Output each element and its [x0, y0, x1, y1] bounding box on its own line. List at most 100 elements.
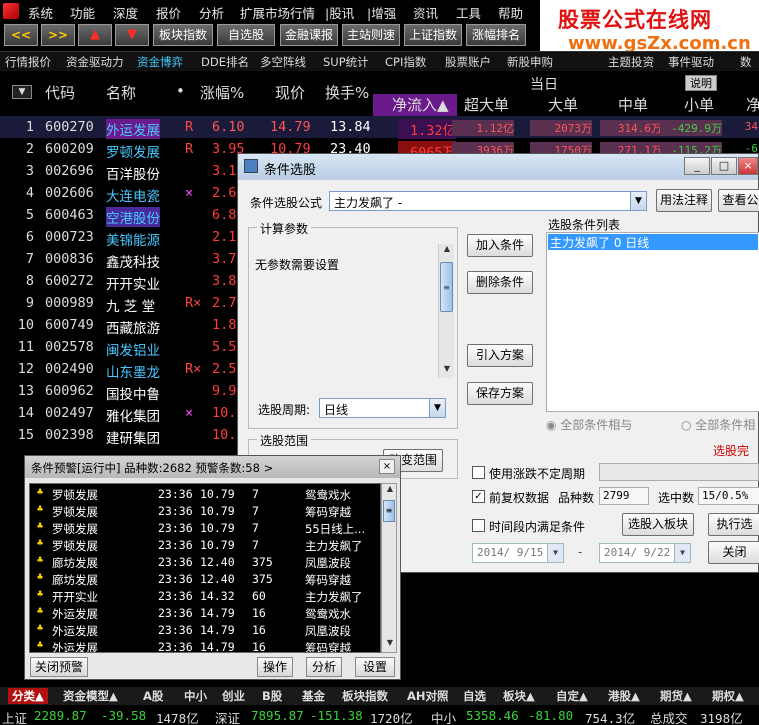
chevron-down-icon[interactable]: ▼ [630, 192, 646, 210]
alert-row[interactable]: ♣ 外运发展 23:36 14.79 16 鸳鸯戏水 [30, 605, 380, 622]
btab-fund-model[interactable]: 资金模型▲ [63, 688, 118, 704]
gain-ranking-button[interactable]: 涨幅排名 [466, 24, 526, 46]
btab-futures[interactable]: 期货▲ [660, 688, 692, 704]
delete-condition-button[interactable]: 删除条件 [467, 271, 533, 294]
tab-ipo[interactable]: 新股申购 [507, 54, 553, 70]
table-row[interactable]: 1 600270 外运发展 R 6.10 14.79 13.84 1.32亿 1.12亿 2073… [0, 116, 759, 139]
col-code[interactable]: 代码 [45, 82, 75, 103]
to-block-button[interactable]: 选股入板块 [622, 513, 694, 536]
date-to-picker[interactable]: 2014/ 9/22 ▼ [599, 543, 691, 563]
tab-longshort[interactable]: 多空阵线 [260, 54, 306, 70]
alert-row[interactable]: ♣ 外运发展 23:36 14.79 16 筹码穿越 [30, 639, 380, 652]
tab-fund-game[interactable]: 资金博弈 [137, 54, 183, 70]
menu-extended-market[interactable]: 扩展市场行情 [240, 3, 315, 22]
col-small[interactable]: 小单 [684, 94, 714, 115]
import-scheme-button[interactable]: 引入方案 [467, 344, 533, 367]
menu-info[interactable]: 资讯 [413, 3, 438, 22]
execute-screen-button[interactable]: 执行选 [708, 513, 759, 536]
alert-row[interactable]: ♣ 罗顿发展 23:36 10.79 7 主力发飙了 [30, 537, 380, 554]
menu-depth[interactable]: 深度 [113, 3, 138, 22]
menu-tools[interactable]: 工具 [456, 3, 481, 22]
uncertain-period-field[interactable] [599, 463, 759, 481]
btab-sme[interactable]: 中小 [184, 688, 207, 704]
alert-operate-button[interactable]: 操作 [257, 657, 293, 677]
btab-ah-compare[interactable]: AH对照 [407, 688, 449, 704]
btab-block-index[interactable]: 板块指数 [342, 688, 388, 704]
menu-quote[interactable]: 报价 [156, 3, 181, 22]
scroll-thumb[interactable]: ≡ [440, 262, 453, 312]
menu-system[interactable]: 系统 [28, 3, 53, 22]
chevron-down-icon[interactable]: ▼ [547, 544, 563, 562]
tab-event[interactable]: 事件驱动 [668, 54, 714, 70]
close-icon[interactable]: × [379, 459, 395, 474]
uncertain-period-checkbox[interactable] [472, 466, 485, 479]
formula-select[interactable]: 主力发飙了 - ▼ [329, 191, 647, 211]
col-netflow[interactable]: 净流入▲ [392, 94, 449, 115]
adjusted-data-checkbox[interactable]: ✓ [472, 490, 485, 503]
scroll-down-icon[interactable]: ▼ [382, 638, 398, 652]
chevron-down-icon[interactable]: ▼ [429, 399, 445, 417]
down-arrow-button[interactable]: ▼ [115, 24, 149, 46]
alert-analyze-button[interactable]: 分析 [306, 657, 342, 677]
btab-options[interactable]: 期权▲ [712, 688, 744, 704]
usage-notes-button[interactable]: 用法注释 [656, 189, 712, 212]
sh-index-button[interactable]: 上证指数 [404, 24, 462, 46]
tab-more[interactable]: 数 [740, 54, 752, 70]
col-name[interactable]: 名称 [106, 82, 136, 103]
alert-row[interactable]: ♣ 廊坊发展 23:36 12.40 375 筹码穿越 [30, 571, 380, 588]
btab-watchlist[interactable]: 自选 [463, 688, 486, 704]
btab-a-share[interactable]: A股 [143, 688, 163, 704]
tab-cpi-index[interactable]: CPI指数 [385, 54, 426, 70]
menu-analysis[interactable]: 分析 [199, 3, 224, 22]
scroll-down-icon[interactable]: ▼ [439, 364, 455, 378]
close-alert-button[interactable]: 关闭预警 [30, 657, 88, 677]
col-mid[interactable]: 中单 [618, 94, 648, 115]
tab-fund-drive[interactable]: 资金驱动力 [66, 54, 124, 70]
menu-news[interactable]: |股讯 [325, 3, 354, 22]
tab-quote[interactable]: 行情报价 [5, 54, 51, 70]
btab-fund[interactable]: 基金 [302, 688, 325, 704]
btab-b-share[interactable]: B股 [262, 688, 282, 704]
col-price[interactable]: 现价 [275, 82, 305, 103]
col-turnover[interactable]: 换手% [325, 82, 369, 103]
dialog-titlebar[interactable]: 条件选股 _ □ × [238, 154, 758, 180]
menu-enhance[interactable]: |增强 [367, 3, 396, 22]
col-big[interactable]: 大单 [548, 94, 578, 115]
close-dialog-button[interactable]: 关闭 [708, 541, 759, 564]
time-range-checkbox[interactable] [472, 519, 485, 532]
alert-row[interactable]: ♣ 罗顿发展 23:36 10.79 7 55日线上... [30, 520, 380, 537]
alert-scrollbar[interactable]: ▲ ≡ ▼ [381, 483, 397, 653]
col-superbig[interactable]: 超大单 [464, 94, 509, 115]
maximize-icon[interactable]: □ [711, 157, 737, 175]
alert-row[interactable]: ♣ 罗顿发展 23:36 10.79 7 鸳鸯戏水 [30, 486, 380, 503]
tab-stock-account[interactable]: 股票账户 [445, 54, 491, 70]
sort-dropdown-icon[interactable]: ▼ [12, 85, 32, 99]
minimize-icon[interactable]: _ [684, 157, 710, 175]
scroll-up-icon[interactable]: ▲ [439, 244, 455, 258]
view-formula-button[interactable]: 查看公 [718, 189, 759, 212]
prev-page-button[interactable]: << [4, 24, 38, 46]
btab-hk[interactable]: 港股▲ [608, 688, 640, 704]
scroll-up-icon[interactable]: ▲ [382, 484, 398, 498]
col-pct[interactable]: 涨幅% [200, 82, 244, 103]
next-page-button[interactable]: >> [41, 24, 75, 46]
alert-row[interactable]: ♣ 罗顿发展 23:36 10.79 7 筹码穿越 [30, 503, 380, 520]
alert-titlebar[interactable]: 条件预警[运行中] 品种数:2682 预警条数:58 > × [25, 456, 400, 478]
col-net2[interactable]: 净 [746, 94, 759, 115]
explain-button[interactable]: 说明 [685, 75, 717, 91]
btab-category[interactable]: 分类▲ [8, 688, 48, 704]
alert-row[interactable]: ♣ 外运发展 23:36 14.79 16 凤凰波段 [30, 622, 380, 639]
tab-theme[interactable]: 主题投资 [608, 54, 654, 70]
period-select[interactable]: 日线 ▼ [319, 398, 446, 418]
or-radio[interactable]: ○ 全部条件相 [681, 416, 755, 433]
alert-list[interactable]: ♣ 罗顿发展 23:36 10.79 7 鸳鸯戏水 ♣ 罗顿发展 23:36 10.79 7 筹码穿越… [29, 483, 381, 653]
scroll-thumb[interactable]: ≡ [383, 500, 395, 522]
btab-block[interactable]: 板块▲ [503, 688, 535, 704]
params-scrollbar[interactable]: ▲ ≡ ▼ [438, 244, 454, 378]
and-radio[interactable]: ◉ 全部条件相与 [546, 416, 632, 433]
tab-sup-stats[interactable]: SUP统计 [323, 54, 369, 70]
btab-custom[interactable]: 自定▲ [556, 688, 588, 704]
alert-row[interactable]: ♣ 廊坊发展 23:36 12.40 375 凤凰波段 [30, 554, 380, 571]
add-condition-button[interactable]: 加入条件 [467, 234, 533, 257]
menu-help[interactable]: 帮助 [498, 3, 523, 22]
